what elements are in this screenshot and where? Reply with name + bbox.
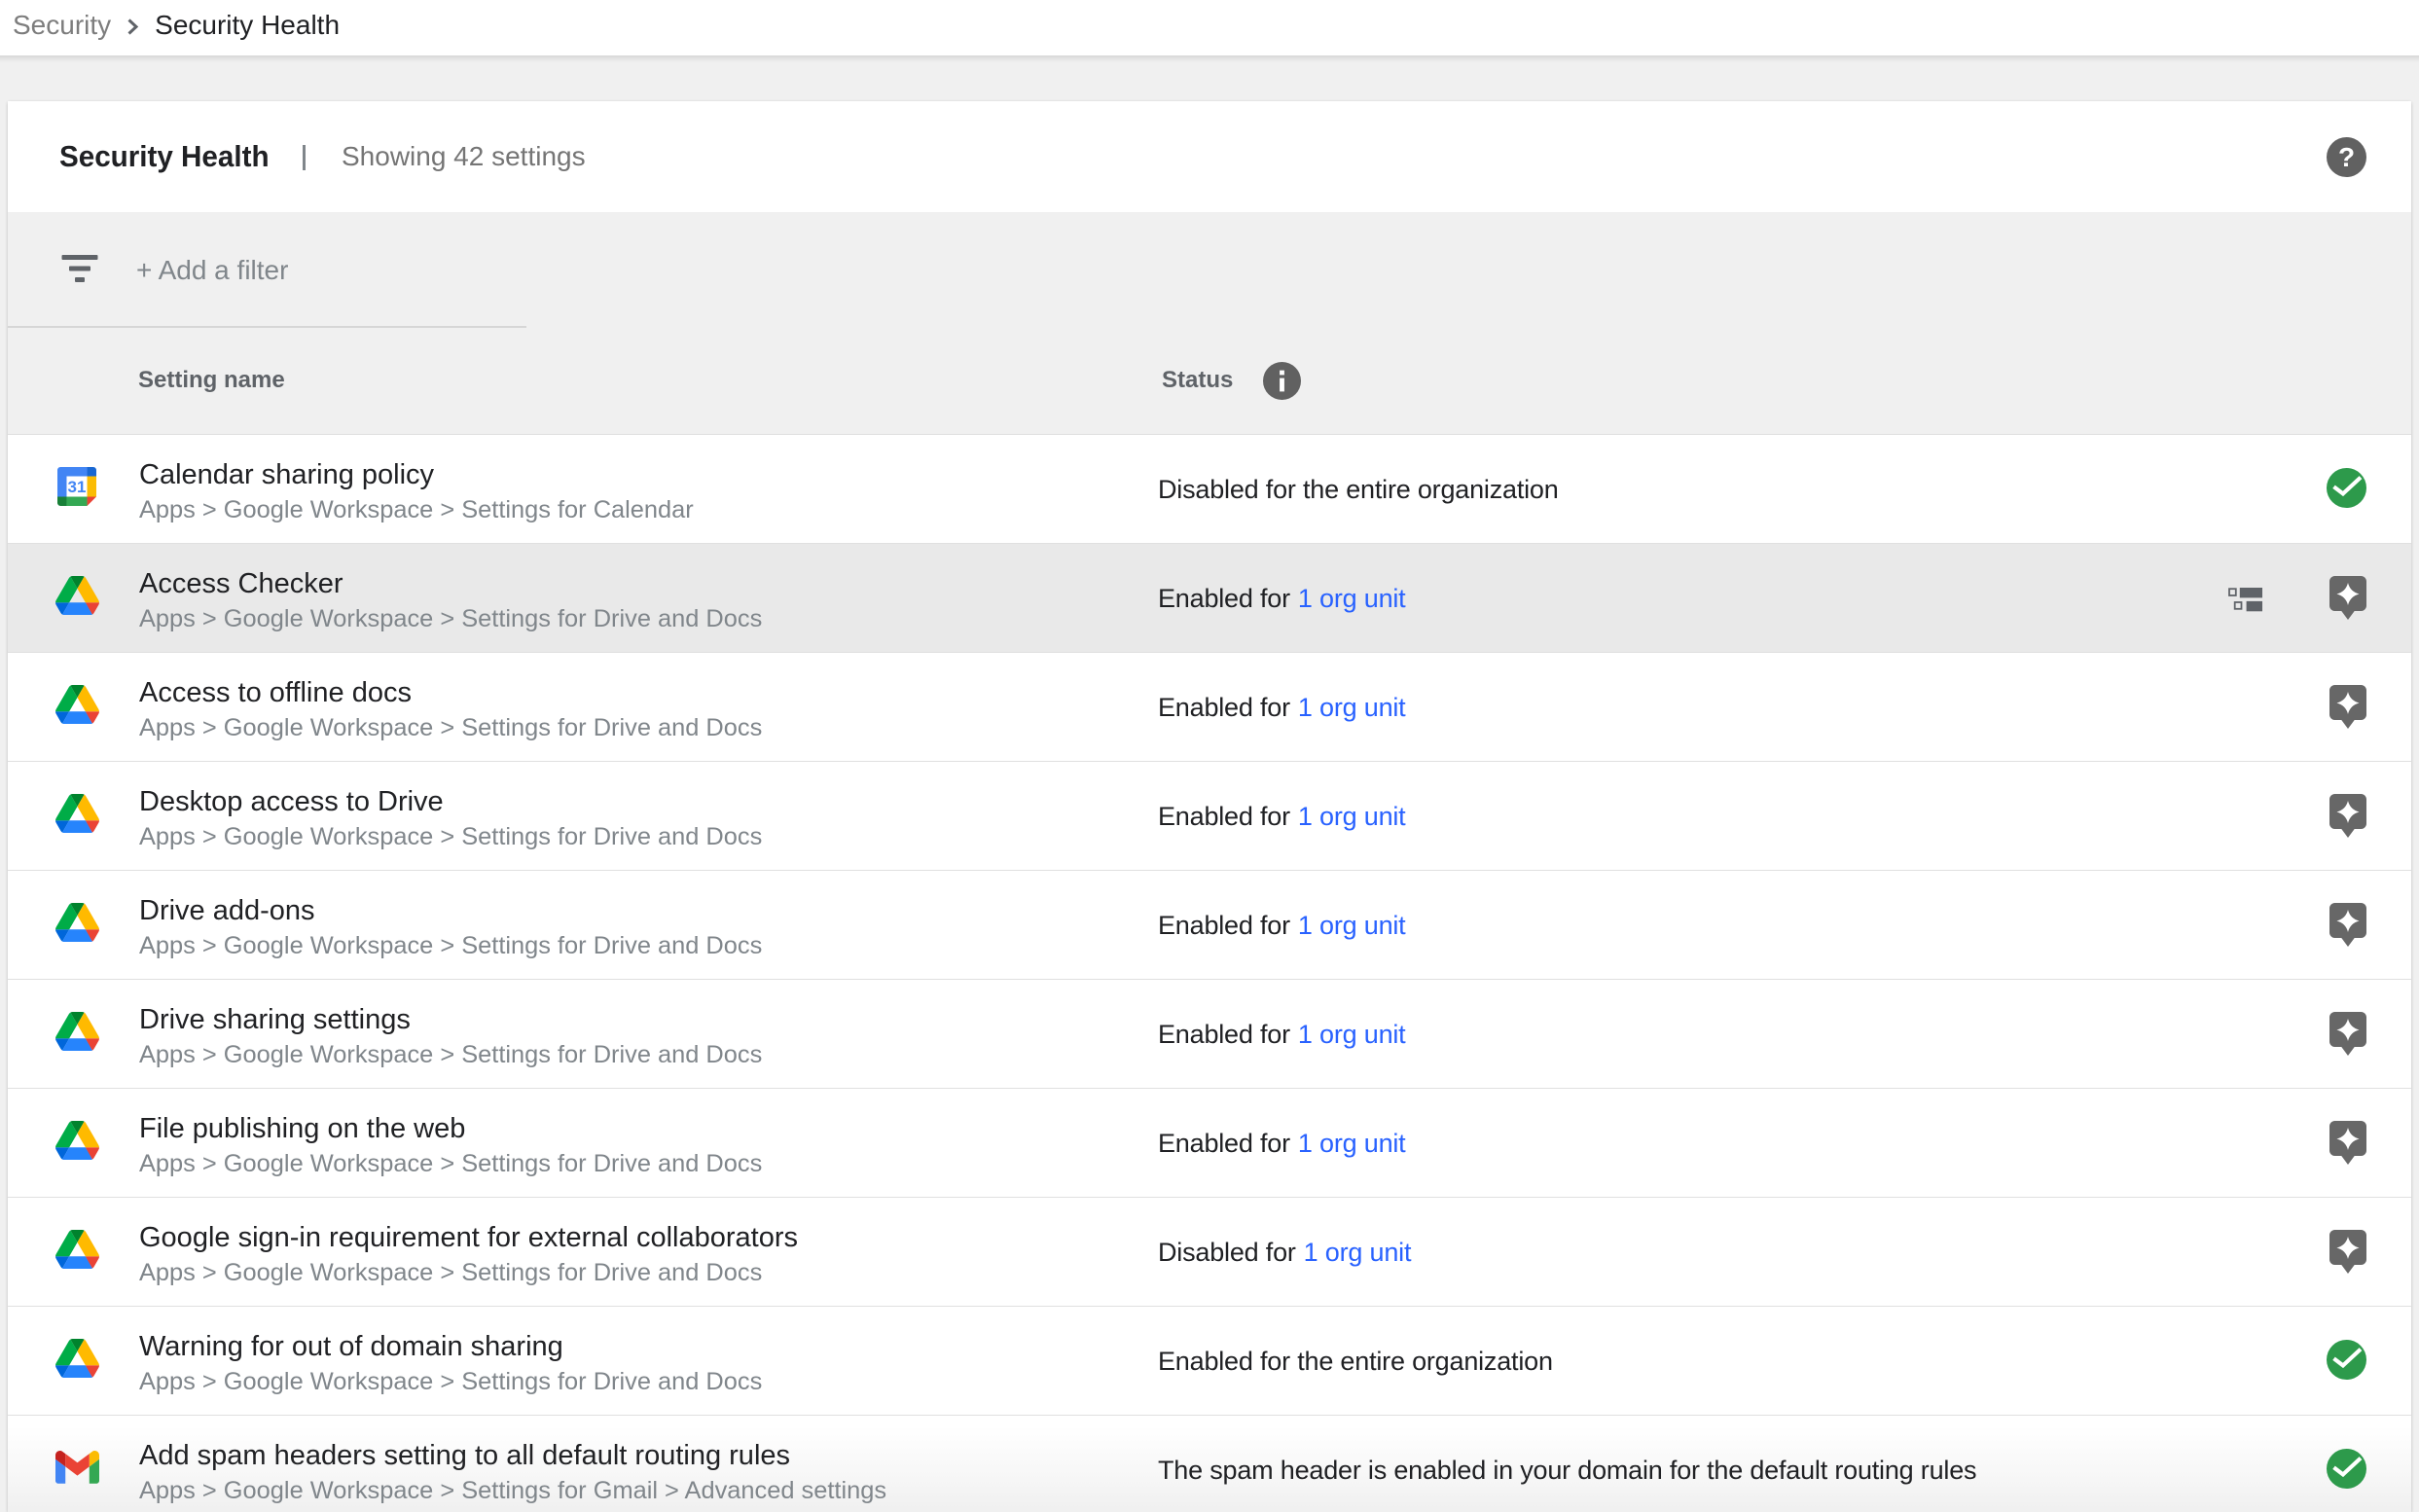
svg-text:31: 31 (68, 478, 87, 496)
svg-text:?: ? (2338, 142, 2355, 172)
